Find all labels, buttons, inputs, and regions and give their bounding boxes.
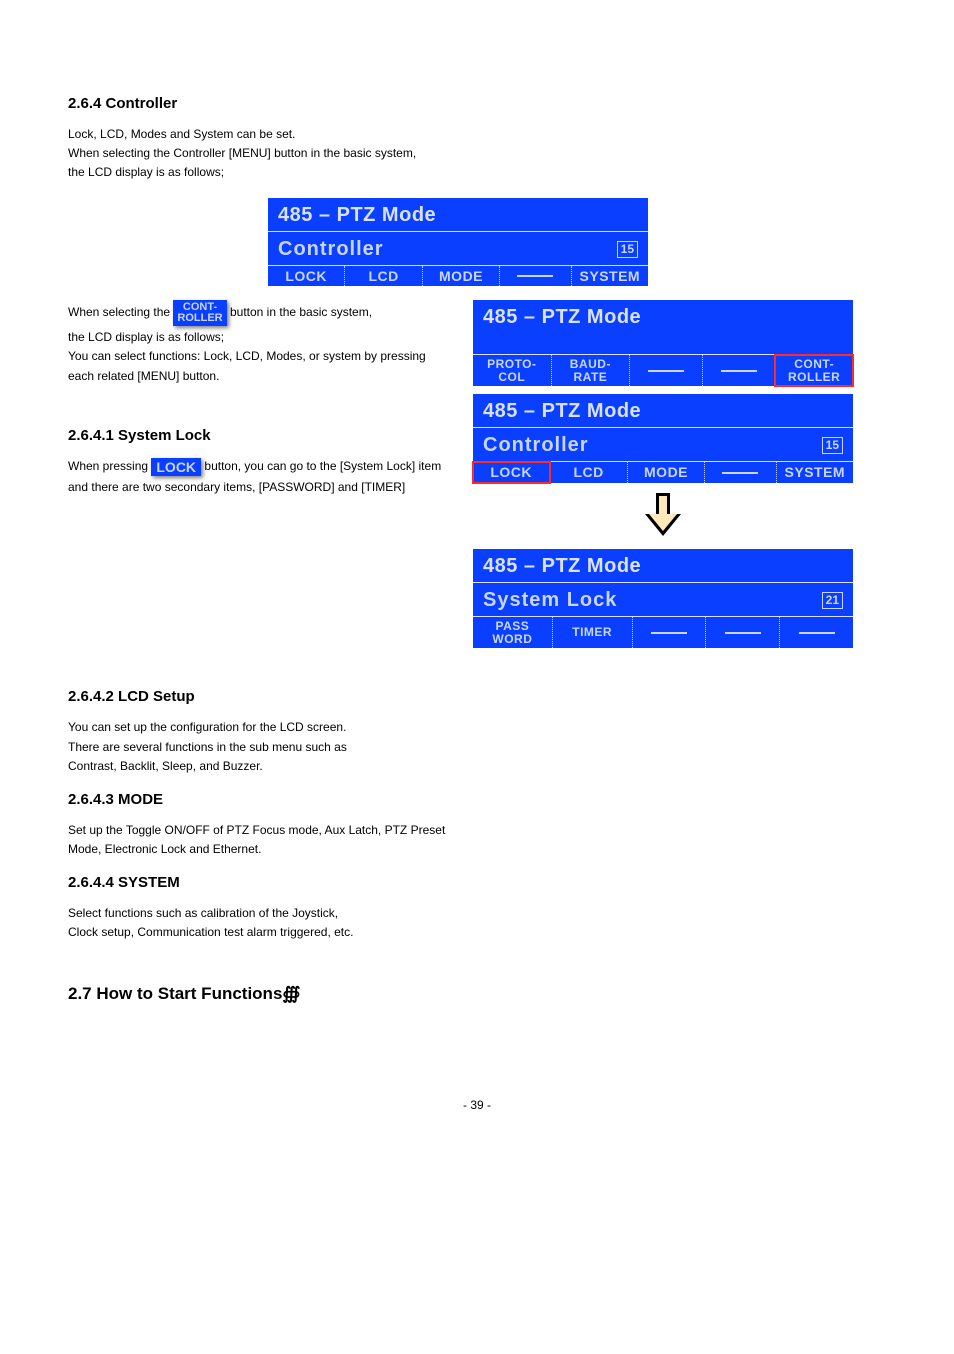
osd-panel-controller: 485 – PTZ Mode Controller 15 LOCK LCD MO… <box>268 198 648 287</box>
para: Contrast, Backlit, Sleep, and Buzzer. <box>68 758 886 774</box>
osd-title: 485 – PTZ Mode <box>268 198 648 232</box>
osd-opt-lock[interactable]: LOCK <box>268 266 345 287</box>
opt-line: WORD <box>476 633 549 646</box>
text-run: When pressing <box>68 459 151 473</box>
para: the LCD display is as follows; <box>68 329 473 345</box>
para: You can select functions: Lock, LCD, Mod… <box>68 348 473 364</box>
opt-line: BAUD- <box>555 358 627 371</box>
osd-opt-system[interactable]: SYSTEM <box>572 266 648 287</box>
para: There are several functions in the sub m… <box>68 739 886 755</box>
osd-opt-empty <box>780 617 853 648</box>
para: Lock, LCD, Modes and System can be set. <box>68 126 886 142</box>
osd-panel-controller-2: 485 – PTZ Mode Controller 15 LOCK LCD MO… <box>473 394 853 483</box>
para: and there are two secondary items, [PASS… <box>68 479 473 495</box>
osd-title: 485 – PTZ Mode <box>473 394 853 428</box>
osd-sub-label: Controller <box>278 238 384 261</box>
heading-text: 2.6.4.3 MODE <box>68 791 163 808</box>
heading-text: 2.6.4.1 System Lock <box>68 427 211 444</box>
osd-opt-empty <box>633 617 707 648</box>
chip-line: ROLLER <box>177 313 222 324</box>
page-number: - 39 - <box>68 1098 886 1112</box>
para: When selecting the CONT- ROLLER button i… <box>68 300 473 326</box>
chip-line: LOCK <box>156 460 196 474</box>
heading-text: 2.6.4.4 SYSTEM <box>68 874 180 891</box>
arrow-down-icon <box>643 493 683 539</box>
osd-opt-empty <box>500 266 571 287</box>
osd-opt-controller[interactable]: CONT- ROLLER <box>775 355 853 386</box>
osd-panel-systemlock: 485 – PTZ Mode System Lock 21 PASS WORD … <box>473 549 853 648</box>
osd-page-badge: 15 <box>822 437 843 454</box>
para: Set up the Toggle ON/OFF of PTZ Focus mo… <box>68 822 886 838</box>
osd-opt-password[interactable]: PASS WORD <box>473 617 553 648</box>
para: Mode, Electronic Lock and Ethernet. <box>68 841 886 857</box>
lock-chip-icon: LOCK <box>151 458 201 476</box>
para: the LCD display is as follows; <box>68 164 886 180</box>
opt-line: PASS <box>476 620 549 633</box>
heading-text: 2.6.4 Controller <box>68 95 177 112</box>
osd-opt-protocol[interactable]: PROTO- COL <box>473 355 552 386</box>
osd-opt-timer[interactable]: TIMER <box>553 617 633 648</box>
para: each related [MENU] button. <box>68 368 473 384</box>
heading-text: 2.6.4.2 LCD Setup <box>68 688 195 705</box>
osd-title: 485 – PTZ Mode <box>473 549 853 583</box>
osd-sub-row: System Lock 21 <box>473 583 853 617</box>
opt-line: PROTO- <box>476 358 548 371</box>
heading-text: 2.7 How to Start Functions∰ <box>68 984 300 1003</box>
osd-opt-mode[interactable]: MODE <box>628 462 705 483</box>
osd-options: PASS WORD TIMER <box>473 617 853 648</box>
osd-options: LOCK LCD MODE SYSTEM <box>268 266 648 287</box>
osd-panel-proto: 485 – PTZ Mode PROTO- COL BAUD- RATE CON… <box>473 300 853 386</box>
opt-line: TIMER <box>556 626 629 639</box>
opt-line: ROLLER <box>778 371 850 384</box>
osd-opt-empty <box>630 355 703 386</box>
osd-options: PROTO- COL BAUD- RATE CONT- ROLLER <box>473 355 853 386</box>
para: When pressing LOCK button, you can go to… <box>68 458 473 476</box>
osd-sub-row: Controller 15 <box>473 428 853 462</box>
osd-sub-label: Controller <box>483 434 589 457</box>
opt-line: RATE <box>555 371 627 384</box>
osd-options: LOCK LCD MODE SYSTEM <box>473 462 853 483</box>
osd-opt-system[interactable]: SYSTEM <box>777 462 853 483</box>
osd-opt-lock[interactable]: LOCK <box>473 462 550 483</box>
controller-chip-icon: CONT- ROLLER <box>173 300 226 326</box>
para: Select functions such as calibration of … <box>68 905 886 921</box>
osd-page-badge: 15 <box>617 241 638 258</box>
para: You can set up the configuration for the… <box>68 719 886 735</box>
para: When selecting the Controller [MENU] but… <box>68 145 886 161</box>
heading-controller: 2.6.4 Controller <box>68 95 886 112</box>
text-run: button, you can go to the [System Lock] … <box>204 459 441 473</box>
osd-opt-lcd[interactable]: LCD <box>550 462 627 483</box>
opt-line: CONT- <box>778 358 850 371</box>
osd-title: 485 – PTZ Mode <box>473 300 853 355</box>
osd-sub-label: System Lock <box>483 589 617 612</box>
text-run: button in the basic system, <box>230 305 372 319</box>
text-run: When selecting the <box>68 305 173 319</box>
osd-opt-empty <box>706 617 780 648</box>
osd-opt-empty <box>703 355 776 386</box>
osd-opt-lcd[interactable]: LCD <box>345 266 422 287</box>
osd-opt-baudrate[interactable]: BAUD- RATE <box>552 355 631 386</box>
para: Clock setup, Communication test alarm tr… <box>68 924 886 940</box>
osd-opt-mode[interactable]: MODE <box>423 266 500 287</box>
osd-opt-empty <box>705 462 776 483</box>
opt-line: COL <box>476 371 548 384</box>
osd-page-badge: 21 <box>822 592 843 609</box>
osd-sub-row: Controller 15 <box>268 232 648 266</box>
